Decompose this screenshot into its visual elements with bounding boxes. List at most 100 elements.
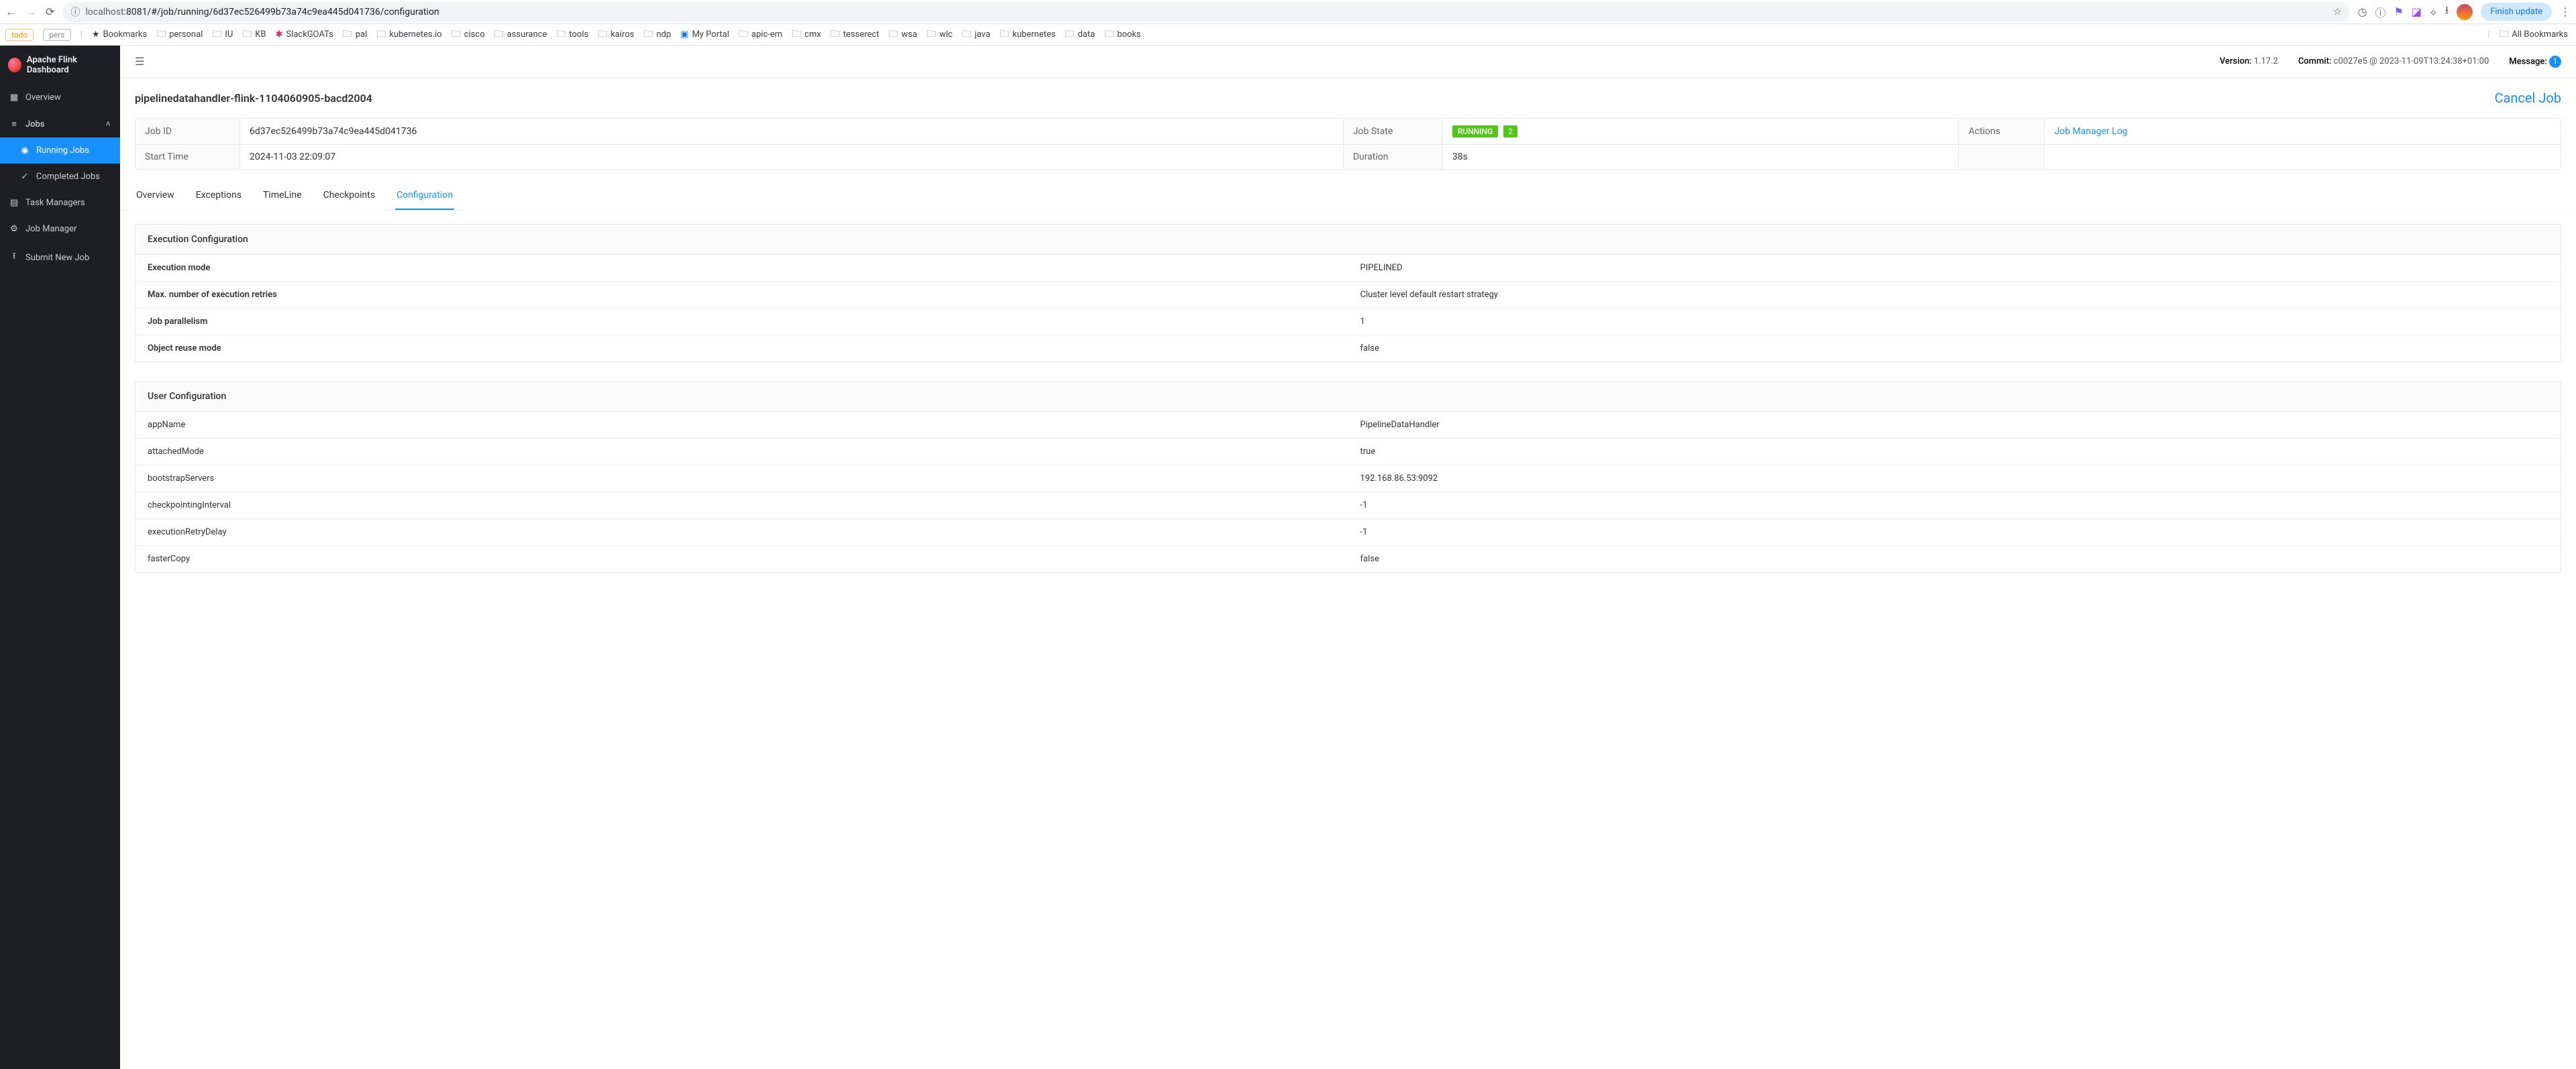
- reload-icon[interactable]: ⟳: [46, 5, 54, 19]
- info-icon[interactable]: ⓘ: [2375, 4, 2386, 20]
- main-content: ☰ Version: 1.17.2 Commit: c0027e5 @ 2023…: [120, 46, 2576, 1069]
- running-count-badge: 2: [1503, 125, 1517, 137]
- history-icon[interactable]: ◷: [2358, 5, 2367, 18]
- job-id-label: Job ID: [136, 119, 240, 144]
- bookmark-item[interactable]: 🗀tools: [556, 27, 588, 43]
- toolbar-right: ◷ ⓘ ⚑ ◪ ⟡ ⭳ Finish update ⋮: [2358, 3, 2571, 21]
- bookmark-chip-todo[interactable]: todo: [5, 29, 34, 41]
- tab-checkpoints[interactable]: Checkpoints: [322, 182, 376, 210]
- config-row: Job parallelism1: [136, 308, 2561, 335]
- config-key: Job parallelism: [136, 308, 1348, 335]
- sidebar: Apache Flink Dashboard ▦ Overview ≡Jobs …: [0, 46, 120, 1069]
- extensions-icon[interactable]: ⟡: [2430, 5, 2437, 19]
- url-bar[interactable]: ⓘ localhost:8081/#/job/running/6d37ec526…: [62, 2, 2349, 22]
- start-time-value: 2024-11-03 22:09:07: [240, 145, 1344, 169]
- tab-configuration[interactable]: Configuration: [395, 182, 454, 210]
- sidebar-item-running-jobs[interactable]: ◉ Running Jobs: [0, 137, 120, 164]
- tab-timeline[interactable]: TimeLine: [262, 182, 303, 210]
- page-title: pipelinedatahandler-flink-1104060905-bac…: [135, 92, 2494, 105]
- config-value: 192.168.86.53:9092: [1348, 465, 2561, 492]
- bookmark-item[interactable]: 🗀data: [1065, 27, 1095, 43]
- job-id-value: 6d37ec526499b73a74c9ea445d041736: [240, 119, 1344, 144]
- nav-buttons: ← → ⟳: [5, 5, 54, 19]
- config-row: checkpointingInterval-1: [136, 492, 2561, 519]
- sidebar-item-completed-jobs[interactable]: ✓ Completed Jobs: [0, 164, 120, 190]
- start-time-label: Start Time: [136, 145, 240, 169]
- bookmark-item[interactable]: 🗀java: [962, 27, 990, 43]
- sidebar-item-submit-job[interactable]: ⭱ Submit New Job: [0, 242, 120, 273]
- config-value: -1: [1348, 519, 2561, 545]
- config-value: PIPELINED: [1348, 255, 2561, 281]
- job-state-value: RUNNING 2: [1443, 119, 1960, 144]
- download-icon[interactable]: ⭳: [2445, 3, 2449, 21]
- config-value: false: [1348, 546, 2561, 572]
- star-icon[interactable]: ☆: [2333, 7, 2342, 17]
- sidebar-item-overview[interactable]: ▦ Overview: [0, 85, 120, 111]
- execution-config-header: Execution Configuration: [136, 225, 2561, 255]
- tab-exceptions[interactable]: Exceptions: [195, 182, 243, 210]
- bookmark-item[interactable]: 🗀wsa: [889, 27, 918, 43]
- menu-icon[interactable]: ⋮: [2560, 5, 2571, 18]
- bookmark-item[interactable]: 🗀kairos: [598, 27, 634, 43]
- bookmark-chip-pers[interactable]: pers: [43, 29, 70, 41]
- config-row: Object reuse modefalse: [136, 335, 2561, 361]
- finish-update-button[interactable]: Finish update: [2481, 3, 2552, 21]
- config-row: Execution modePIPELINED: [136, 255, 2561, 282]
- sidebar-header[interactable]: Apache Flink Dashboard: [0, 46, 120, 85]
- collapse-sidebar-icon[interactable]: ☰: [135, 55, 144, 68]
- config-key: executionRetryDelay: [136, 519, 1348, 545]
- all-bookmarks[interactable]: 🗀All Bookmarks: [2499, 27, 2568, 43]
- sidebar-item-jobs[interactable]: ≡Jobs ˄: [0, 111, 120, 137]
- site-info-icon[interactable]: ⓘ: [70, 5, 80, 19]
- bookmark-item[interactable]: 🗀apic-em: [739, 27, 782, 43]
- job-manager-log-link[interactable]: Job Manager Log: [2054, 126, 2127, 137]
- config-key: checkpointingInterval: [136, 492, 1348, 518]
- bookmark-item[interactable]: 🗀IU: [212, 27, 233, 43]
- forward-icon[interactable]: →: [25, 5, 36, 19]
- sidebar-item-task-managers[interactable]: ▤ Task Managers: [0, 190, 120, 216]
- dashboard-icon: ▦: [9, 93, 19, 103]
- bookmark-item[interactable]: 🗀pal: [343, 27, 368, 43]
- bookmark-item[interactable]: 🗀KB: [242, 27, 266, 43]
- config-value: 1: [1348, 308, 2561, 335]
- bookmark-item[interactable]: 🗀books: [1104, 27, 1140, 43]
- config-key: Max. number of execution retries: [136, 282, 1348, 308]
- extension-icon-1[interactable]: ⚑: [2394, 5, 2404, 18]
- bookmark-item[interactable]: 🗀kubernetes: [1000, 27, 1055, 43]
- schedule-icon: ▤: [9, 198, 19, 208]
- app-root: Apache Flink Dashboard ▦ Overview ≡Jobs …: [0, 46, 2576, 1069]
- back-icon[interactable]: ←: [5, 5, 16, 19]
- bookmark-item[interactable]: 🗀cisco: [451, 27, 485, 43]
- url-text: localhost:8081/#/job/running/6d37ec52649…: [85, 7, 2328, 17]
- config-key: appName: [136, 412, 1348, 438]
- bookmark-item[interactable]: 🗀tesserect: [830, 27, 879, 43]
- config-value: false: [1348, 335, 2561, 361]
- bookmark-item[interactable]: 🗀cmx: [792, 27, 821, 43]
- bars-icon: ≡: [9, 119, 19, 129]
- bookmark-item[interactable]: 🗀assurance: [494, 27, 547, 43]
- config-key: bootstrapServers: [136, 465, 1348, 492]
- job-state-label: Job State: [1344, 119, 1443, 144]
- bookmark-item[interactable]: 🗀wlc: [926, 27, 953, 43]
- config-key: Object reuse mode: [136, 335, 1348, 361]
- extension-icon-2[interactable]: ◪: [2412, 5, 2422, 18]
- config-value: PipelineDataHandler: [1348, 412, 2561, 438]
- bookmark-item[interactable]: 🗀personal: [156, 27, 203, 43]
- check-circle-icon: ✓: [20, 172, 30, 182]
- upload-icon: ⭱: [9, 250, 19, 265]
- cancel-job-button[interactable]: Cancel Job: [2494, 90, 2561, 106]
- tab-overview[interactable]: Overview: [135, 182, 176, 210]
- config-value: Cluster level default restart strategy: [1348, 282, 2561, 308]
- config-key: fasterCopy: [136, 546, 1348, 572]
- topbar: ☰ Version: 1.17.2 Commit: c0027e5 @ 2023…: [120, 46, 2576, 78]
- profile-avatar[interactable]: [2457, 4, 2473, 20]
- bookmark-star[interactable]: ★ Bookmarks: [92, 30, 147, 40]
- bookmark-item[interactable]: 🗀ndp: [643, 27, 671, 43]
- sidebar-item-job-manager[interactable]: ⚙ Job Manager: [0, 216, 120, 242]
- bookmark-item[interactable]: 🗀kubernetes.io: [376, 27, 441, 43]
- bookmark-item[interactable]: ✱SlackGOATs: [276, 30, 333, 40]
- bookmark-item[interactable]: ▣My Portal: [680, 30, 729, 40]
- commit-value: c0027e5 @ 2023-11-09T13:24:38+01:00: [2334, 56, 2489, 66]
- message-badge[interactable]: 1: [2549, 56, 2561, 68]
- config-row: attachedModetrue: [136, 439, 2561, 465]
